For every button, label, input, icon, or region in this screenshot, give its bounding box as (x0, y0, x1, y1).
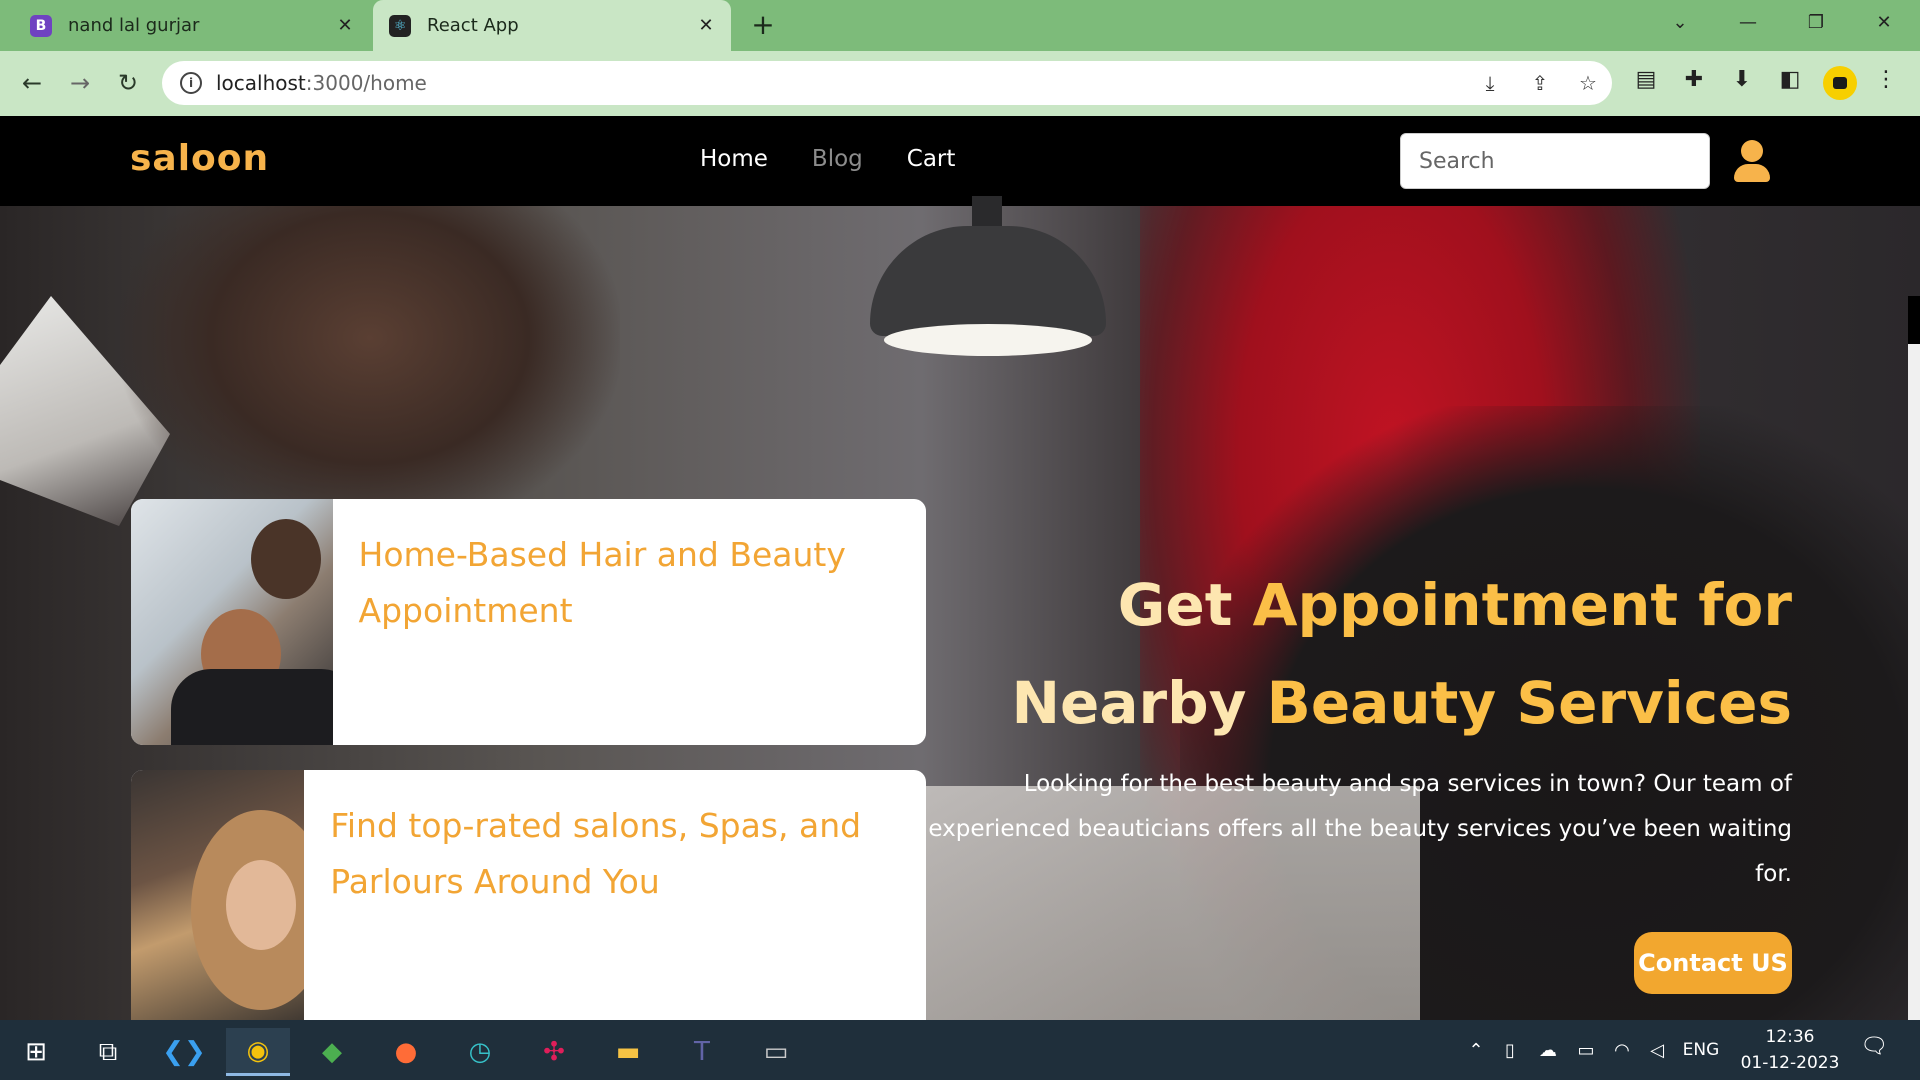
hero-title: Get Appointment for Nearby Beauty Servic… (892, 556, 1792, 752)
background-woman-image (120, 206, 620, 536)
curly-hair-photo (131, 770, 305, 1020)
windows-start-icon[interactable]: ⊞ (4, 1028, 68, 1076)
url-text: localhost:3000/home (216, 71, 427, 95)
card-title: Home-Based Hair and Beauty Appointment (358, 535, 846, 630)
minimize-button[interactable]: — (1718, 0, 1778, 44)
service-card[interactable]: Home-Based Hair and Beauty Appointment (131, 499, 926, 745)
profile-avatar[interactable] (1823, 66, 1857, 100)
wifi-icon[interactable]: ◠ (1604, 1040, 1640, 1061)
contact-us-button[interactable]: Contact US (1634, 932, 1792, 994)
card-title: Find top-rated salons, Spas, and Parlour… (330, 806, 862, 901)
taskbar-clock[interactable]: 12:36 01-12-2023 (1740, 1024, 1840, 1076)
browser-menu-icon[interactable]: ⋮ (1870, 67, 1902, 99)
extensions-puzzle-icon[interactable]: ✚ (1678, 67, 1710, 99)
site-logo[interactable]: saloon (130, 138, 269, 179)
browser-toolbar: ← → ↻ i localhost:3000/home ⤓ ⇪ ☆ ▤ ✚ ⬇ … (0, 51, 1920, 116)
lamp-shade (870, 226, 1106, 336)
terminal-icon[interactable]: ▭ (744, 1028, 808, 1076)
tab-react-app[interactable]: ⚛ React App ✕ (373, 0, 731, 51)
tab-title: nand lal gurjar (68, 15, 200, 36)
clock-app-icon[interactable]: ◷ (448, 1028, 512, 1076)
downloads-icon[interactable]: ⬇ (1726, 67, 1758, 99)
browser-chrome: B nand lal gurjar ✕ ⚛ React App ✕ + ⌄ — … (0, 0, 1920, 116)
side-panel-icon[interactable]: ◧ (1774, 67, 1806, 99)
barber-photo (131, 499, 333, 745)
hero-title-part: Get (1117, 571, 1253, 639)
back-button[interactable]: ← (12, 63, 52, 103)
close-tab-icon[interactable]: ✕ (334, 15, 356, 37)
phone-link-icon[interactable]: ▯ (1492, 1040, 1528, 1061)
lock-icon (1833, 77, 1847, 89)
system-tray: ⌃ ▯ ☁ ▭ ◠ ◁ ENG (1460, 1020, 1728, 1080)
battery-icon[interactable]: ▭ (1568, 1040, 1604, 1061)
install-app-icon[interactable]: ⤓ (1477, 71, 1503, 97)
new-tab-button[interactable]: + (748, 11, 778, 41)
nav-blog[interactable]: Blog (812, 146, 863, 172)
lamp-image (870, 196, 1106, 366)
bootstrap-favicon-icon: B (30, 14, 52, 37)
webpage: saloon Home Blog Cart Search Home-Based … (0, 116, 1920, 1020)
clock-time: 12:36 (1765, 1027, 1815, 1047)
face-shape (226, 860, 296, 950)
nav-cart[interactable]: Cart (907, 146, 956, 172)
lamp-light (884, 324, 1092, 356)
tab-strip: B nand lal gurjar ✕ ⚛ React App ✕ + ⌄ — … (0, 0, 1920, 51)
nav-menu: Home Blog Cart (700, 146, 955, 172)
user-icon-head (1741, 140, 1763, 162)
url-host: localhost (216, 71, 306, 95)
vscode-icon[interactable]: ❮❯ (152, 1028, 216, 1076)
hero-section: Home-Based Hair and Beauty Appointment F… (0, 196, 1920, 1020)
page-scrollbar[interactable] (1908, 296, 1920, 1020)
notification-center-icon[interactable]: 🗨 (1858, 1034, 1890, 1066)
close-tab-icon[interactable]: ✕ (695, 15, 717, 37)
user-icon-body (1734, 164, 1770, 182)
tab-title: React App (427, 15, 519, 36)
tab-nand-lal-gurjar[interactable]: B nand lal gurjar ✕ (14, 0, 370, 51)
bookmark-star-icon[interactable]: ☆ (1575, 71, 1601, 97)
site-navbar: saloon Home Blog Cart Search (0, 116, 1920, 206)
lamp-stem (972, 196, 1002, 230)
scrollbar-thumb[interactable] (1908, 296, 1920, 344)
hero-title-part: Beauty Services (1266, 669, 1792, 737)
url-path: :3000/home (305, 71, 427, 95)
address-bar[interactable]: i localhost:3000/home ⤓ ⇪ ☆ (162, 61, 1612, 105)
reload-button[interactable]: ↻ (108, 63, 148, 103)
language-indicator[interactable]: ENG (1674, 1040, 1728, 1060)
nav-home[interactable]: Home (700, 146, 768, 172)
volume-icon[interactable]: ◁ (1640, 1040, 1674, 1061)
slack-icon[interactable]: ✣ (522, 1028, 586, 1076)
hero-description: Looking for the best beauty and spa serv… (928, 771, 1792, 887)
notes-extension-icon[interactable]: ▤ (1630, 67, 1662, 99)
restore-button[interactable]: ❐ (1786, 0, 1846, 44)
hero-text: Get Appointment for Nearby Beauty Servic… (892, 556, 1792, 897)
user-icon[interactable] (1730, 136, 1774, 186)
barber-head (251, 519, 321, 599)
search-input[interactable]: Search (1400, 133, 1710, 189)
tab-search-chevron-icon[interactable]: ⌄ (1650, 0, 1710, 44)
task-view-icon[interactable]: ⧉ (76, 1028, 140, 1076)
clock-date: 01-12-2023 (1740, 1053, 1840, 1073)
file-explorer-icon[interactable]: ▬ (596, 1028, 660, 1076)
site-info-icon[interactable]: i (180, 72, 202, 94)
react-favicon-icon: ⚛ (389, 14, 411, 37)
windows-taskbar: ⊞ ⧉ ❮❯ ◉ ◆ ● ◷ ✣ ▬ T ▭ ⌃ ▯ ☁ ▭ ◠ ◁ ENG 1… (0, 1020, 1920, 1080)
postman-icon[interactable]: ● (374, 1028, 438, 1076)
teams-icon[interactable]: T (670, 1028, 734, 1076)
chrome-icon[interactable]: ◉ (226, 1028, 290, 1076)
show-hidden-icons-icon[interactable]: ⌃ (1460, 1040, 1492, 1061)
forward-button[interactable]: → (60, 63, 100, 103)
mongodb-compass-icon[interactable]: ◆ (300, 1028, 364, 1076)
onedrive-icon[interactable]: ☁ (1528, 1040, 1568, 1061)
share-icon[interactable]: ⇪ (1527, 71, 1553, 97)
client-cape (171, 669, 333, 745)
service-card[interactable]: Find top-rated salons, Spas, and Parlour… (131, 770, 926, 1020)
close-window-button[interactable]: ✕ (1854, 0, 1914, 44)
hero-title-part: Nearby (1011, 669, 1267, 737)
hero-title-part: Appointment for (1252, 571, 1792, 639)
